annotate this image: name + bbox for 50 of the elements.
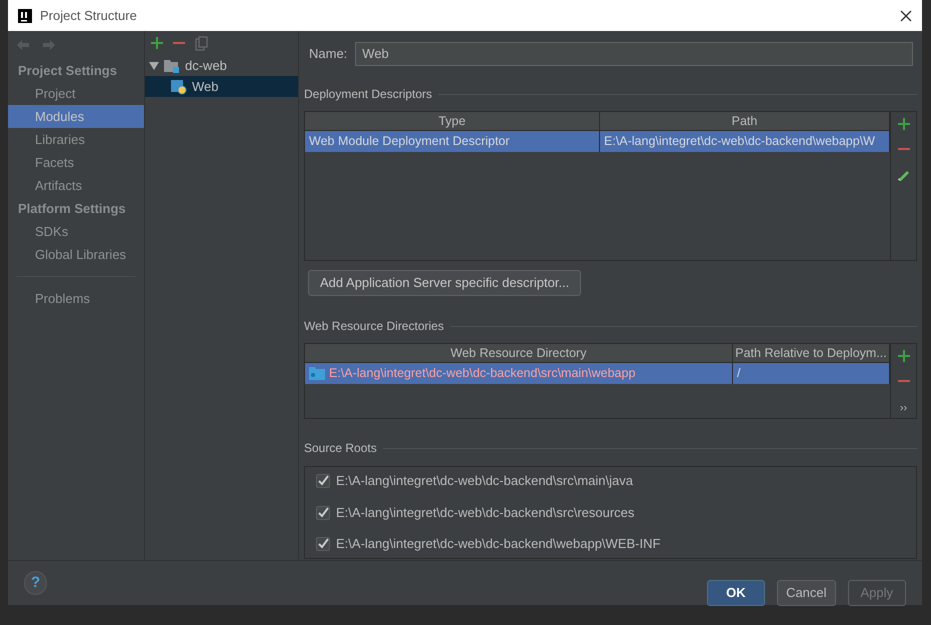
section-title: Source Roots — [304, 440, 377, 457]
source-root-path: E:\A-lang\integret\dc-web\dc-backend\src\resources — [336, 504, 634, 522]
name-input-field[interactable]: Web — [355, 42, 913, 66]
column-header[interactable]: Path — [600, 112, 890, 130]
name-label: Name: — [309, 45, 348, 64]
folder-icon — [309, 367, 325, 380]
section-title: Web Resource Directories — [304, 318, 444, 335]
checkbox[interactable] — [316, 506, 330, 520]
help-button[interactable]: ? — [24, 571, 48, 595]
table-cell-text: E:\A-lang\integret\dc-web\dc-backend\src\main\webapp — [329, 365, 636, 382]
copy-icon[interactable] — [195, 36, 208, 50]
table-row[interactable]: E:\A-lang\integret\dc-web\dc-backend\src\main\webapp / — [305, 363, 890, 384]
sidebar-item[interactable]: Libraries — [8, 128, 144, 151]
table-row[interactable]: Web Module Deployment Descriptor E:\A-lang\integret\dc-web\dc-backend\webapp\W — [305, 131, 890, 152]
web-module-icon — [171, 78, 187, 94]
more-button[interactable]: ›› — [900, 400, 908, 416]
sidebar-item[interactable]: Global Libraries — [8, 243, 144, 266]
column-header[interactable]: Path Relative to Deploym... — [733, 344, 890, 362]
app-logo-icon — [18, 8, 32, 22]
pencil-icon[interactable] — [897, 168, 910, 181]
section-header: Project Settings — [17, 62, 118, 80]
source-root-path: E:\A-lang\integret\dc-web\dc-backend\webapp\WEB-INF — [336, 535, 660, 554]
table-cell-text: E:\A-lang\integret\dc-web\dc-backend\webapp\W — [604, 133, 875, 150]
window-title: Project Structure — [40, 6, 137, 25]
table-cell-text: Web Module Deployment Descriptor — [309, 133, 510, 150]
add-icon[interactable] — [898, 350, 910, 362]
section-title: Deployment Descriptors — [304, 86, 432, 103]
add-icon[interactable] — [898, 118, 910, 130]
column-header[interactable]: Web Resource Directory — [305, 344, 733, 362]
folder-icon — [164, 58, 180, 72]
close-icon[interactable] — [900, 10, 912, 22]
add-descriptor-button[interactable]: Add Application Server specific descriptor... — [308, 270, 582, 296]
tree-item[interactable]: Web — [192, 76, 218, 96]
expand-arrow-icon[interactable] — [149, 60, 159, 70]
cancel-button[interactable]: Cancel — [777, 580, 836, 606]
sidebar-item[interactable]: Artifacts — [8, 174, 144, 197]
column-header[interactable]: Type — [305, 112, 600, 130]
sidebar-item[interactable]: Facets — [8, 151, 144, 174]
sidebar-item[interactable]: Project — [8, 82, 144, 105]
sidebar-item[interactable]: Problems — [8, 287, 144, 310]
ok-button[interactable]: OK — [706, 580, 766, 606]
add-icon[interactable] — [151, 37, 163, 49]
table-cell-text: / — [737, 365, 740, 382]
source-root-path: E:\A-lang\integret\dc-web\dc-backend\src\main\java — [336, 472, 633, 490]
checkbox[interactable] — [316, 474, 330, 488]
sidebar-item[interactable]: Modules — [8, 105, 144, 128]
checkbox[interactable] — [316, 537, 330, 551]
section-header: Platform Settings — [17, 200, 127, 218]
sidebar-item[interactable]: SDKs — [8, 220, 144, 243]
tree-item[interactable]: dc-web — [185, 56, 227, 76]
